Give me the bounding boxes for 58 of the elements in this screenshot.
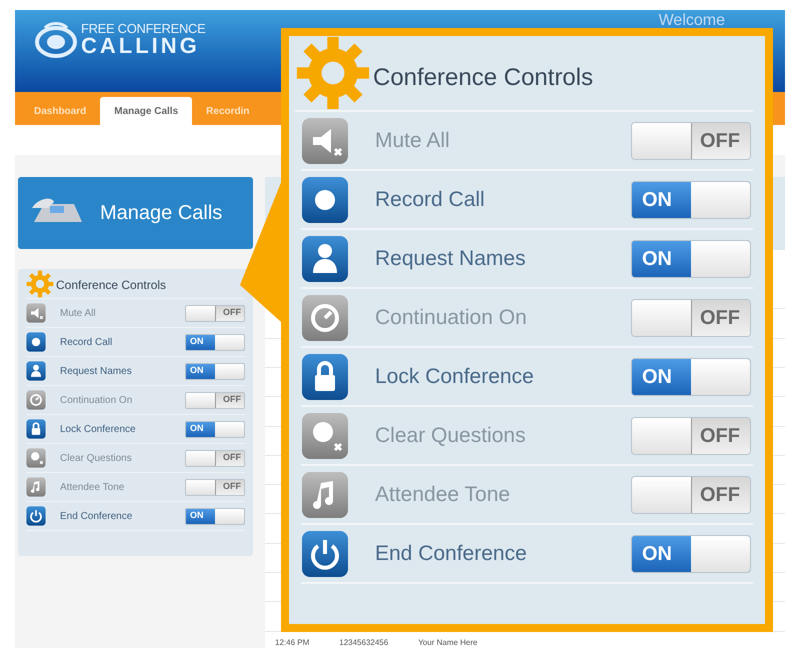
toggle-switch[interactable]: ON [185, 362, 245, 380]
panel-title: Conference Controls [56, 277, 166, 294]
control-label: Lock Conference [375, 364, 535, 390]
toggle-switch[interactable]: OFF [185, 304, 245, 322]
table-cell: 12345632456 [339, 637, 388, 648]
person-icon [26, 361, 46, 381]
music-note-icon [26, 477, 46, 497]
toggle-switch[interactable]: OFF [631, 476, 751, 514]
dial-icon [26, 390, 46, 410]
control-label: Attendee Tone [60, 480, 126, 494]
toggle-switch[interactable]: ON [631, 240, 751, 278]
speaker-muted-icon [301, 116, 349, 164]
control-label: Mute All [60, 306, 97, 320]
logo-text: CALLING [81, 34, 200, 56]
logo-text: FREE CONFERENCE [81, 22, 206, 34]
padlock-icon [301, 352, 349, 400]
toggle-switch[interactable]: OFF [185, 392, 245, 408]
toggle-switch[interactable]: OFF [185, 478, 245, 496]
power-icon [26, 506, 46, 526]
toggle-switch[interactable]: OFF [631, 416, 751, 454]
callout-title: Conference Controls [373, 63, 594, 93]
person-icon [301, 234, 349, 282]
control-label: Request Names [60, 364, 133, 378]
control-label: End Conference [375, 540, 528, 567]
music-note-icon [301, 470, 349, 518]
toggle-switch[interactable]: ON [631, 180, 751, 218]
control-label: End Conference [60, 510, 134, 524]
control-label: Record Call [375, 186, 486, 213]
table-cell: 12:46 PM [275, 637, 310, 648]
gear-icon [295, 35, 371, 111]
toggle-switch[interactable]: OFF [185, 450, 245, 466]
speaker-muted-icon [26, 303, 46, 323]
table-cell: Your Name Here [418, 637, 478, 648]
control-label: Continuation On [375, 304, 528, 331]
nav-tab[interactable]: Manage Calls [100, 97, 192, 125]
toggle-switch[interactable]: ON [185, 334, 245, 350]
record-icon [301, 176, 349, 224]
toggle-switch[interactable]: ON [185, 508, 245, 524]
toggle-switch[interactable]: OFF [631, 122, 751, 160]
control-label: Attendee Tone [375, 482, 512, 508]
toggle-switch[interactable]: ON [185, 420, 245, 438]
control-label: Clear Questions [375, 422, 527, 449]
control-label: Lock Conference [60, 422, 137, 436]
power-icon [301, 530, 349, 578]
toggle-switch[interactable]: ON [631, 534, 751, 572]
card-title: Manage Calls [100, 201, 222, 226]
toggle-switch[interactable]: OFF [631, 298, 751, 336]
record-icon [26, 332, 46, 352]
control-label: Record Call [60, 336, 114, 350]
control-label: Continuation On [60, 394, 134, 408]
control-label: Clear Questions [60, 452, 133, 466]
welcome-text: Welcome [658, 13, 725, 29]
padlock-icon [26, 419, 46, 439]
logo-icon [35, 20, 77, 58]
control-label: Mute All [375, 128, 451, 154]
control-label: Request Names [375, 246, 527, 272]
toggle-switch[interactable]: ON [631, 358, 751, 396]
dial-icon [301, 294, 349, 342]
